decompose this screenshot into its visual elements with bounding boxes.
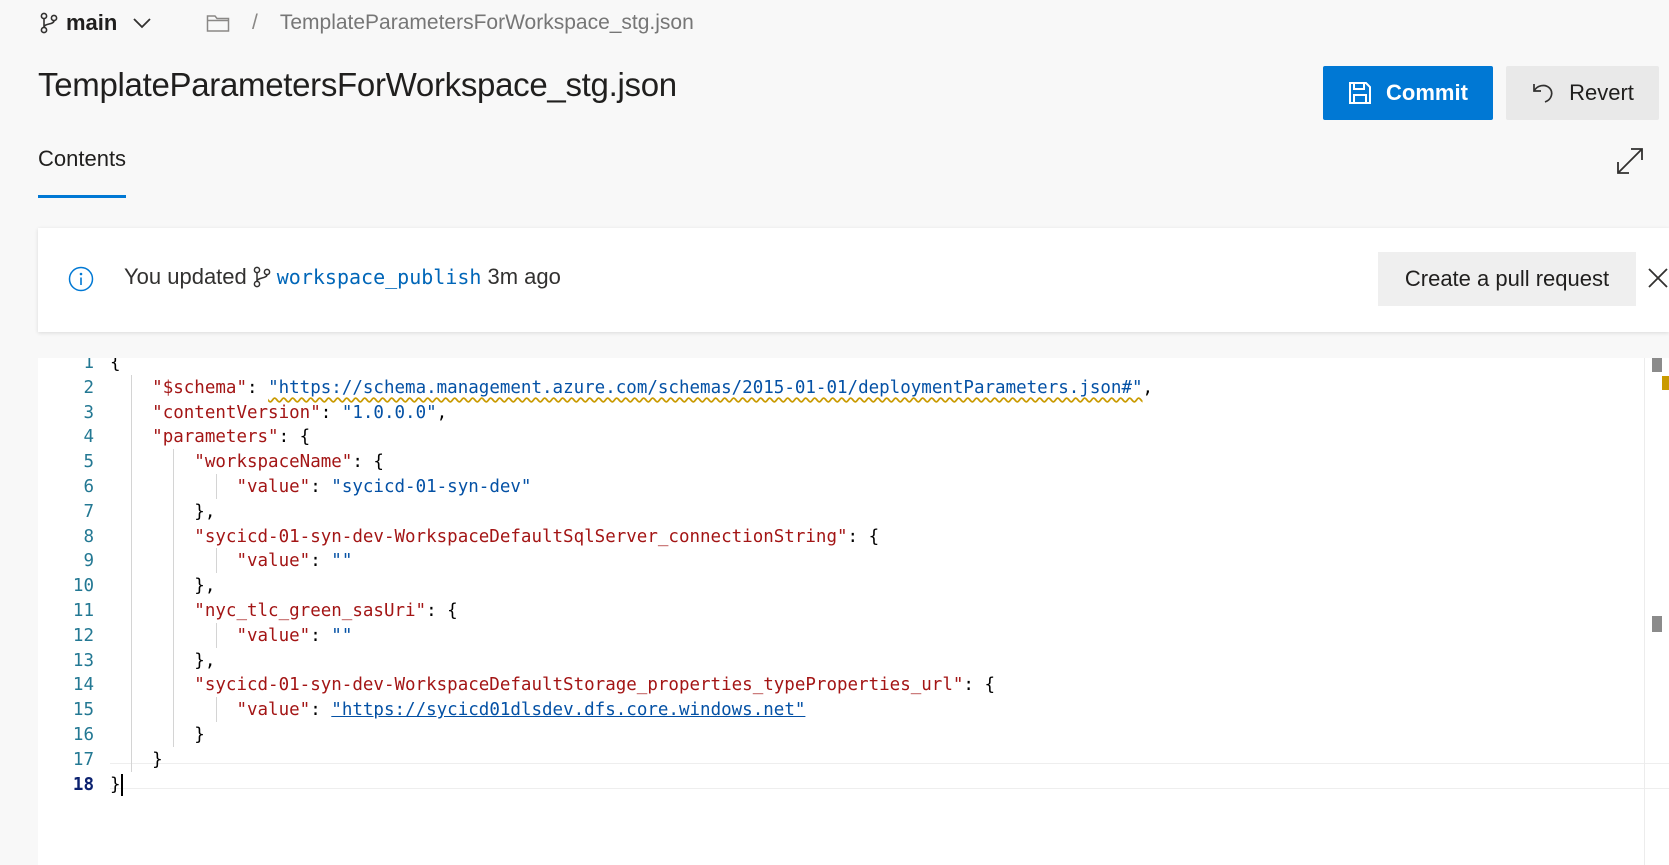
code-text: "value": "sycicd-01-syn-dev" xyxy=(236,477,532,497)
line-number: 17 xyxy=(72,749,94,770)
code-line[interactable]: 16 } xyxy=(38,722,1669,748)
code-text: "parameters": { xyxy=(152,427,311,448)
code-line[interactable]: 15 "value": "https://sycicd01dlsdev.dfs.… xyxy=(38,697,1669,723)
code-text: "contentVersion": "1.0.0.0", xyxy=(152,402,448,423)
code-text: "value": "" xyxy=(236,551,353,572)
code-line[interactable]: 11 "nyc_tlc_green_sasUri": { xyxy=(38,598,1669,624)
close-icon[interactable] xyxy=(1646,266,1669,290)
code-line[interactable]: 2 "$schema": "https://schema.management.… xyxy=(38,375,1669,401)
breadcrumb-file[interactable]: TemplateParametersForWorkspace_stg.json xyxy=(280,11,694,35)
warning-marker xyxy=(1662,376,1669,390)
notification-message: You updated workspace_publish 3m ago xyxy=(124,264,561,290)
line-number: 4 xyxy=(83,427,94,448)
code-line[interactable]: 18} xyxy=(38,772,1669,798)
update-notification: You updated workspace_publish 3m ago Cre… xyxy=(38,228,1669,332)
folder-icon[interactable] xyxy=(206,13,230,33)
code-line[interactable]: 12 "value": "" xyxy=(38,623,1669,649)
text-cursor xyxy=(120,773,123,796)
line-number: 11 xyxy=(72,601,94,621)
save-icon xyxy=(1349,82,1372,104)
code-line[interactable]: 1{ xyxy=(38,358,1669,376)
code-text: "$schema": "https://schema.management.az… xyxy=(152,377,1154,398)
code-line[interactable]: 14 "sycicd-01-syn-dev-WorkspaceDefaultSt… xyxy=(38,672,1669,698)
line-number: 5 xyxy=(83,452,94,473)
code-text: "value": "https://sycicd01dlsdev.dfs.cor… xyxy=(236,700,806,721)
code-text: } xyxy=(110,749,163,770)
chevron-down-icon xyxy=(133,18,151,29)
branch-icon xyxy=(40,12,58,34)
create-pull-request-button[interactable]: Create a pull request xyxy=(1378,252,1636,306)
code-text: } xyxy=(110,773,123,796)
line-number: 2 xyxy=(83,377,94,398)
scroll-thumb[interactable] xyxy=(1652,616,1662,632)
code-line[interactable]: 8 "sycicd-01-syn-dev-WorkspaceDefaultSql… xyxy=(38,524,1669,550)
code-text: "sycicd-01-syn-dev-WorkspaceDefaultStora… xyxy=(194,675,996,696)
branch-name: main xyxy=(66,10,118,35)
notification-time: 3m ago xyxy=(487,264,561,289)
undo-icon xyxy=(1533,84,1553,103)
line-number: 12 xyxy=(72,625,94,646)
tab-contents[interactable]: Contents xyxy=(38,146,127,198)
line-number: 16 xyxy=(72,725,94,745)
line-number: 13 xyxy=(72,650,94,671)
line-number: 14 xyxy=(72,675,94,696)
branch-icon xyxy=(253,266,271,288)
line-number: 10 xyxy=(72,576,94,597)
breadcrumb-separator: / xyxy=(252,11,258,34)
notification-prefix: You updated xyxy=(124,264,247,289)
code-text: }, xyxy=(110,576,216,597)
revert-label: Revert xyxy=(1569,80,1634,105)
code-line[interactable]: 17 } xyxy=(38,747,1669,773)
top-bar: main / TemplateParametersForWorkspace_st… xyxy=(0,0,1669,46)
editor-scrollbar[interactable] xyxy=(1644,358,1669,865)
notification-branch-link[interactable]: workspace_publish xyxy=(277,265,482,289)
line-number: 3 xyxy=(83,402,94,423)
line-number: 7 xyxy=(83,501,94,522)
code-line[interactable]: 6 "value": "sycicd-01-syn-dev" xyxy=(38,474,1669,500)
code-text: }, xyxy=(110,650,216,671)
code-line[interactable]: 4 "parameters": { xyxy=(38,424,1669,450)
line-number: 18 xyxy=(72,774,94,795)
commit-label: Commit xyxy=(1386,80,1468,105)
code-line[interactable]: 7 }, xyxy=(38,499,1669,525)
code-text: "nyc_tlc_green_sasUri": { xyxy=(194,601,458,621)
code-text: }, xyxy=(110,501,216,522)
code-line[interactable]: 10 }, xyxy=(38,573,1669,599)
line-number: 9 xyxy=(83,551,94,572)
line-number: 1 xyxy=(83,358,94,373)
code-text: "value": "" xyxy=(236,625,353,646)
revert-button[interactable]: Revert xyxy=(1506,66,1659,120)
line-number: 15 xyxy=(72,700,94,721)
expand-icon[interactable] xyxy=(1614,145,1646,177)
page-title: TemplateParametersForWorkspace_stg.json xyxy=(38,66,677,103)
code-line[interactable]: 5 "workspaceName": { xyxy=(38,449,1669,475)
code-text: "workspaceName": { xyxy=(194,452,384,473)
code-editor[interactable]: 1{2 "$schema": "https://schema.managemen… xyxy=(38,358,1669,865)
line-number: 6 xyxy=(83,477,94,497)
code-line[interactable]: 13 }, xyxy=(38,648,1669,674)
code-text: } xyxy=(110,725,205,745)
breadcrumb: / TemplateParametersForWorkspace_stg.jso… xyxy=(206,8,694,38)
commit-button[interactable]: Commit xyxy=(1323,66,1493,120)
branch-picker[interactable]: main xyxy=(40,8,153,38)
code-text: "sycicd-01-syn-dev-WorkspaceDefaultSqlSe… xyxy=(194,526,880,547)
line-number: 8 xyxy=(83,526,94,547)
code-line[interactable]: 3 "contentVersion": "1.0.0.0", xyxy=(38,400,1669,426)
code-line[interactable]: 9 "value": "" xyxy=(38,548,1669,574)
info-icon xyxy=(68,266,94,292)
scroll-marker xyxy=(1652,358,1662,372)
code-text: { xyxy=(110,358,121,373)
